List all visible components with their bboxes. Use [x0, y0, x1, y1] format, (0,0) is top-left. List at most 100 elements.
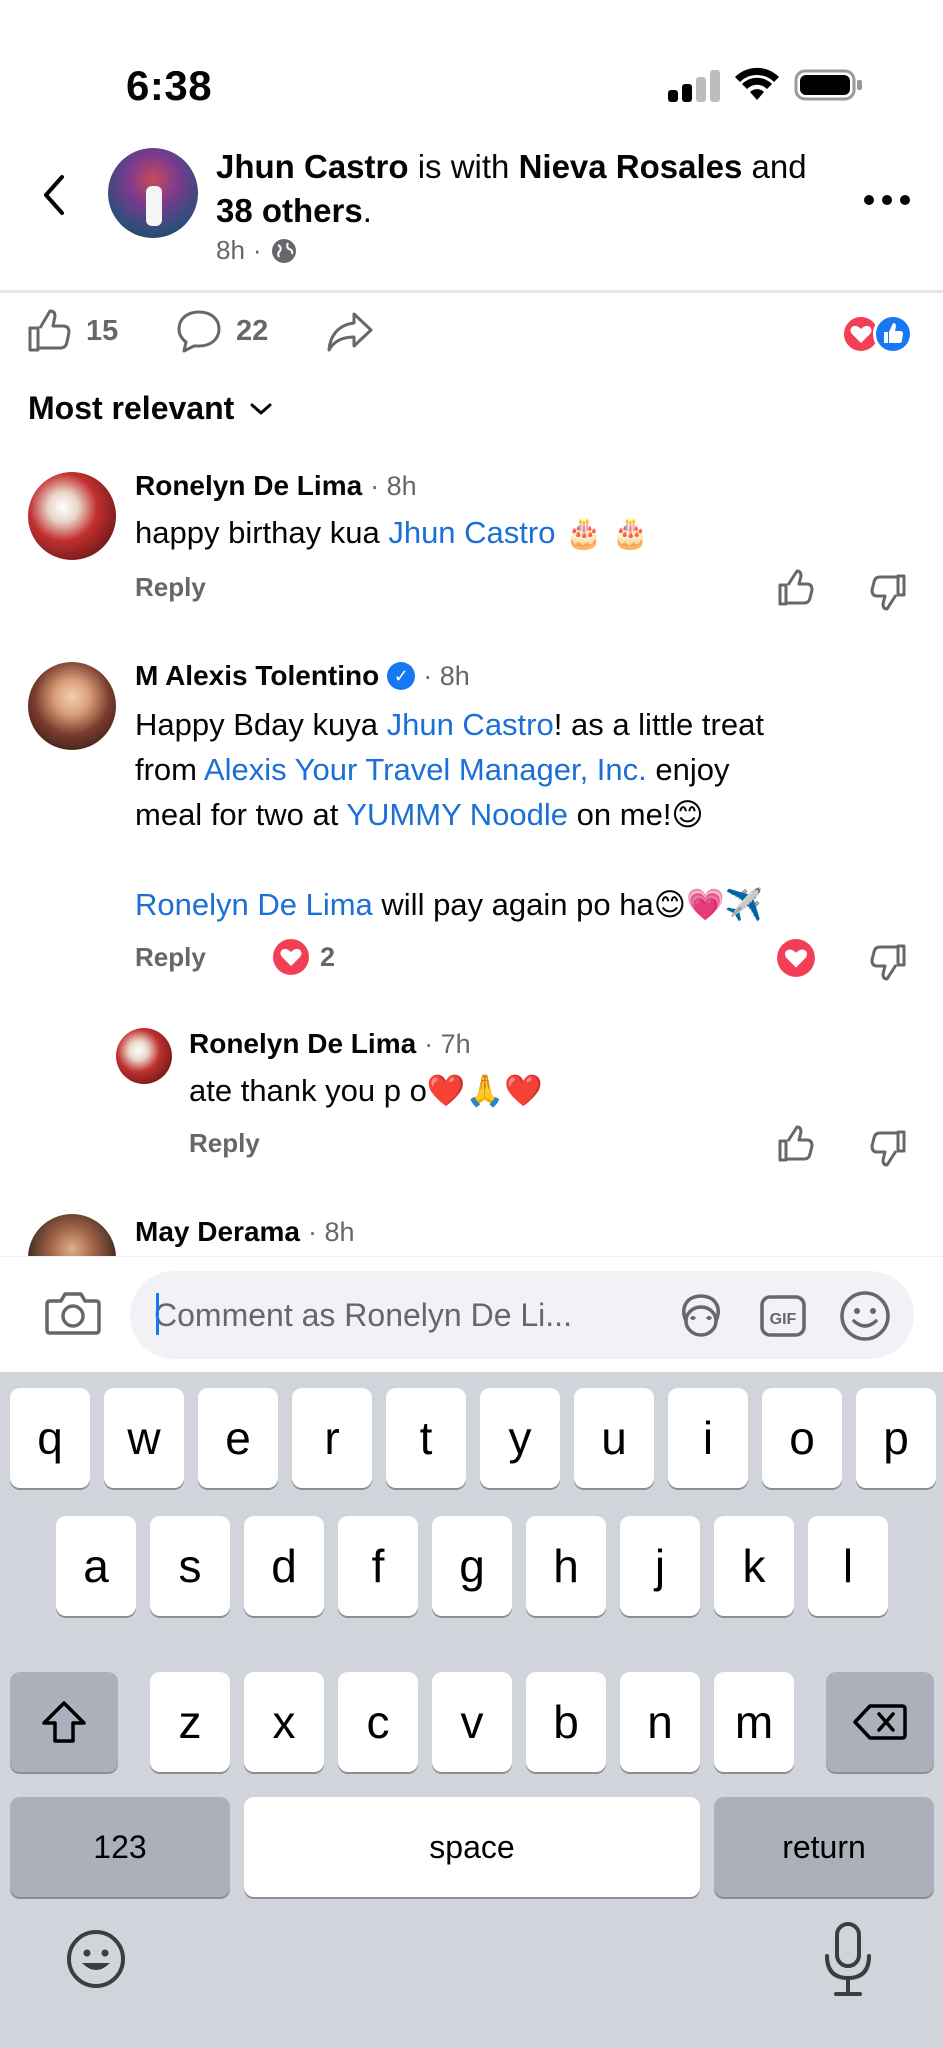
comment-time: · 8h — [423, 660, 470, 691]
backspace-key[interactable] — [826, 1672, 934, 1772]
key-j[interactable]: j — [620, 1516, 700, 1616]
gif-icon[interactable]: GIF — [758, 1291, 808, 1341]
reactions-summary[interactable] — [841, 314, 917, 354]
post-author-avatar[interactable] — [108, 148, 198, 238]
more-options-button[interactable] — [864, 185, 914, 215]
keyboard: 123 space return qwertyuiop asdfghjkl zxcv… — [0, 1372, 943, 2048]
key-x[interactable]: x — [244, 1672, 324, 1772]
loved-reaction-icon[interactable] — [776, 938, 816, 978]
key-q[interactable]: q — [10, 1388, 90, 1488]
key-o[interactable]: o — [762, 1388, 842, 1488]
commenter-name[interactable]: M Alexis Tolentino — [135, 660, 379, 692]
comment-text: ate thank you p o❤️🙏❤️ — [189, 1073, 543, 1108]
like-reaction-icon — [873, 314, 913, 354]
thumbs-up-icon[interactable] — [776, 1124, 816, 1164]
key-i[interactable]: i — [668, 1388, 748, 1488]
key-z[interactable]: z — [150, 1672, 230, 1772]
comment-input[interactable] — [154, 1291, 654, 1339]
reply-button[interactable]: Reply — [135, 572, 206, 603]
post-meta: 8h · — [216, 235, 298, 266]
text-cursor — [156, 1293, 159, 1335]
shift-key[interactable] — [10, 1672, 118, 1772]
comment-time: · 7h — [424, 1028, 471, 1059]
key-c[interactable]: c — [338, 1672, 418, 1772]
key-h[interactable]: h — [526, 1516, 606, 1616]
thumbs-down-icon[interactable] — [868, 572, 908, 612]
like-action[interactable]: 15 — [26, 308, 118, 354]
like-count: 15 — [86, 314, 119, 347]
emoji-keyboard-icon[interactable] — [64, 1927, 128, 1991]
cellular-signal-icon — [668, 70, 720, 102]
post-header: Jhun Castro is with Nieva Rosales and 38… — [0, 135, 943, 290]
thumbs-up-icon[interactable] — [776, 568, 816, 608]
comment-text: Happy Bday kuya Jhun Castro! as a little… — [135, 707, 764, 922]
avatar-sticker-icon[interactable] — [676, 1291, 726, 1341]
mention-link[interactable]: Ronelyn De Lima — [135, 887, 373, 922]
mention-link[interactable]: Alexis Your Travel Manager, Inc. — [204, 752, 647, 787]
reaction-count: 2 — [320, 941, 336, 972]
post-time: 8h — [216, 235, 245, 265]
tagged-person[interactable]: Nieva Rosales — [519, 148, 743, 185]
emoji-icon[interactable] — [838, 1289, 892, 1343]
key-l[interactable]: l — [808, 1516, 888, 1616]
comment-item: M Alexis Tolentino ✓ · 8h Happy Bday kuy… — [0, 660, 943, 990]
post-author-name[interactable]: Jhun Castro — [216, 148, 409, 185]
key-r[interactable]: r — [292, 1388, 372, 1488]
key-u[interactable]: u — [574, 1388, 654, 1488]
key-a[interactable]: a — [56, 1516, 136, 1616]
share-action[interactable] — [326, 308, 374, 354]
key-f[interactable]: f — [338, 1516, 418, 1616]
numbers-key[interactable]: 123 — [10, 1797, 230, 1897]
key-t[interactable]: t — [386, 1388, 466, 1488]
reply-button[interactable]: Reply — [135, 942, 206, 973]
avatar[interactable] — [28, 472, 116, 560]
delete-icon — [853, 1704, 907, 1740]
avatar[interactable] — [28, 1214, 116, 1256]
share-icon — [327, 312, 373, 352]
camera-icon[interactable] — [44, 1287, 102, 1337]
love-reaction-icon — [273, 939, 309, 975]
commenter-name[interactable]: Ronelyn De Lima — [189, 1028, 416, 1060]
key-w[interactable]: w — [104, 1388, 184, 1488]
key-y[interactable]: y — [480, 1388, 560, 1488]
space-key[interactable]: space — [244, 1797, 700, 1897]
reply-button[interactable]: Reply — [189, 1128, 260, 1159]
globe-icon — [271, 238, 296, 263]
comment-item: May Derama · 8h — [0, 1212, 943, 1256]
mention-link[interactable]: Jhun Castro — [387, 707, 554, 742]
microphone-icon[interactable] — [820, 1920, 876, 2000]
key-e[interactable]: e — [198, 1388, 278, 1488]
key-b[interactable]: b — [526, 1672, 606, 1772]
key-m[interactable]: m — [714, 1672, 794, 1772]
shift-icon — [42, 1701, 86, 1743]
back-button[interactable] — [30, 165, 80, 225]
header-divider — [0, 290, 943, 293]
key-d[interactable]: d — [244, 1516, 324, 1616]
key-k[interactable]: k — [714, 1516, 794, 1616]
mention-link[interactable]: YUMMY Noodle — [346, 797, 568, 832]
post-title: Jhun Castro is with Nieva Rosales and 38… — [216, 148, 807, 229]
commenter-name[interactable]: Ronelyn De Lima — [135, 470, 362, 502]
comment-reactions[interactable]: 2 — [272, 938, 335, 976]
thumbs-down-icon[interactable] — [868, 1128, 908, 1168]
svg-text:GIF: GIF — [770, 1311, 797, 1328]
key-s[interactable]: s — [150, 1516, 230, 1616]
sort-dropdown[interactable]: Most relevant — [28, 390, 274, 427]
comment-composer: GIF — [0, 1256, 943, 1372]
key-v[interactable]: v — [432, 1672, 512, 1772]
status-bar: 6:38 — [0, 0, 943, 135]
mention-link[interactable]: Jhun Castro — [388, 515, 555, 550]
comment-action[interactable]: 22 — [176, 308, 268, 354]
avatar[interactable] — [28, 662, 116, 750]
key-p[interactable]: p — [856, 1388, 936, 1488]
commenter-name[interactable]: May Derama — [135, 1216, 300, 1248]
key-g[interactable]: g — [432, 1516, 512, 1616]
thumbs-down-icon[interactable] — [868, 942, 908, 982]
avatar[interactable] — [116, 1028, 172, 1084]
return-key[interactable]: return — [714, 1797, 934, 1897]
chevron-down-icon — [250, 403, 272, 414]
comment-box: GIF — [130, 1271, 914, 1359]
key-n[interactable]: n — [620, 1672, 700, 1772]
reply-comment-item: Ronelyn De Lima · 7h ate thank you p o❤️… — [0, 1028, 943, 1178]
tagged-others[interactable]: 38 others — [216, 192, 363, 229]
